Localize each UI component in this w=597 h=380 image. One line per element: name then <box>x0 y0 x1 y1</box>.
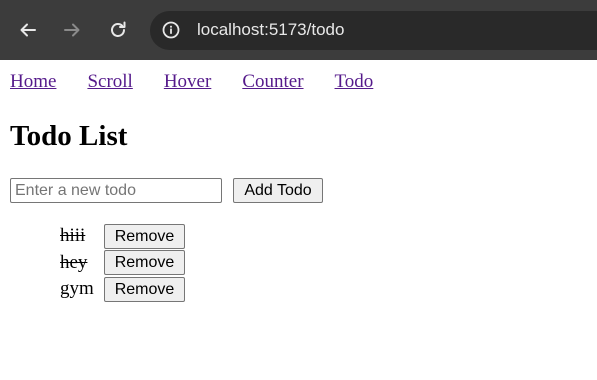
page-content: Home Scroll Hover Counter Todo Todo List… <box>0 60 597 380</box>
site-nav: Home Scroll Hover Counter Todo <box>10 71 373 93</box>
todo-item: hiii Remove <box>60 223 185 250</box>
back-arrow-icon <box>20 23 36 37</box>
todo-text[interactable]: hiii <box>60 225 96 247</box>
back-button[interactable] <box>16 18 40 42</box>
url-text: localhost:5173/todo <box>197 20 345 39</box>
todo-text[interactable]: gym <box>60 278 96 300</box>
todo-text[interactable]: hey <box>60 252 96 274</box>
todo-item: gym Remove <box>60 276 185 303</box>
nav-link-home[interactable]: Home <box>10 71 56 93</box>
forward-button[interactable] <box>60 18 84 42</box>
site-info-icon <box>162 21 180 39</box>
address-bar[interactable]: localhost:5173/todo <box>150 11 597 50</box>
todo-list: hiii Remove hey Remove gym Remove <box>60 223 185 303</box>
add-todo-button[interactable]: Add Todo <box>233 178 323 203</box>
nav-link-todo[interactable]: Todo <box>335 71 374 93</box>
nav-link-counter[interactable]: Counter <box>242 71 303 93</box>
page-title: Todo List <box>10 120 128 152</box>
reload-icon <box>111 21 126 37</box>
remove-todo-button[interactable]: Remove <box>104 223 185 249</box>
forward-arrow-icon <box>64 23 80 37</box>
new-todo-input[interactable] <box>10 178 222 203</box>
nav-link-hover[interactable]: Hover <box>164 71 211 93</box>
nav-link-scroll[interactable]: Scroll <box>87 71 132 93</box>
remove-todo-button[interactable]: Remove <box>104 250 185 276</box>
reload-button[interactable] <box>106 18 130 42</box>
todo-item: hey Remove <box>60 250 185 277</box>
remove-todo-button[interactable]: Remove <box>104 276 185 302</box>
site-info-button[interactable] <box>161 20 181 40</box>
browser-toolbar: localhost:5173/todo <box>0 0 597 60</box>
